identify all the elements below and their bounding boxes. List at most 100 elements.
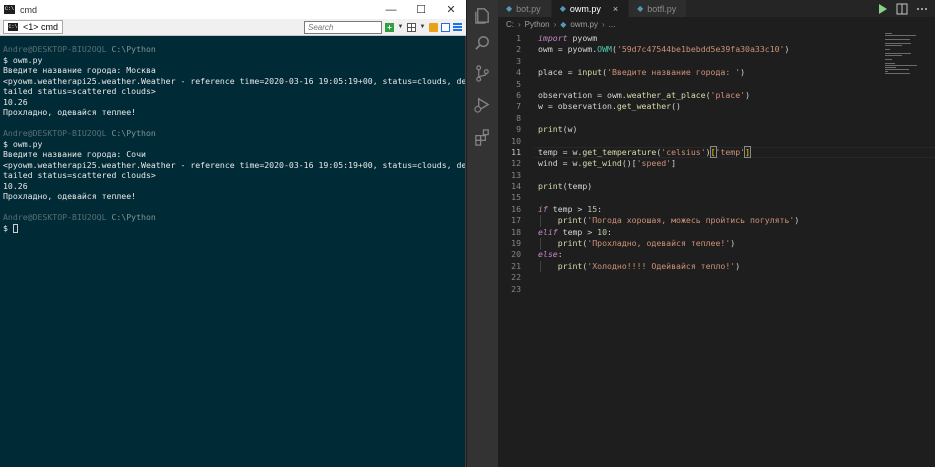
line-number: 13 bbox=[511, 169, 521, 180]
chevron-right-icon: › bbox=[518, 19, 521, 29]
output-line: Введите название города: Сочи bbox=[3, 149, 146, 159]
breadcrumb-item[interactable]: C: bbox=[506, 20, 514, 29]
run-debug-icon[interactable] bbox=[473, 95, 492, 114]
code-line[interactable]: 19 print('Прохладно, одевайся теплее!') bbox=[498, 238, 898, 249]
code-line[interactable]: 10 bbox=[498, 136, 898, 147]
terminal-title-bar[interactable]: C:\ cmd — ☐ ✕ bbox=[0, 0, 466, 19]
minimap-line bbox=[885, 49, 890, 50]
line-number: 11 bbox=[511, 146, 521, 157]
search-box[interactable] bbox=[304, 20, 382, 34]
maximize-button[interactable]: ☐ bbox=[406, 0, 436, 19]
minimap-line bbox=[885, 63, 895, 64]
chevron-down-icon[interactable]: ▼ bbox=[419, 23, 426, 32]
line-number: 8 bbox=[516, 112, 521, 123]
close-button[interactable]: ✕ bbox=[436, 0, 466, 19]
code-line[interactable]: 7 w = observation.get_weather() bbox=[498, 101, 898, 112]
prompt-user: Andre@DESKTOP-BIU2OQL bbox=[3, 212, 107, 222]
minimize-button[interactable]: — bbox=[376, 0, 406, 19]
code-text: temp = w.get_temperature('celsius')['tem… bbox=[538, 145, 752, 158]
code-text: place = input('Введите название города: … bbox=[538, 67, 746, 78]
terminal-window: C:\ cmd — ☐ ✕ C:\ <1> cmd + ▼ ▼ Andre@ bbox=[0, 0, 466, 467]
code-line[interactable]: 11 temp = w.get_temperature('celsius')['t… bbox=[498, 145, 935, 159]
terminal-output[interactable]: Andre@DESKTOP-BIU2OQL C:\Python $ owm.py В… bbox=[3, 44, 465, 233]
minimap-line bbox=[885, 59, 892, 60]
minimap-line bbox=[885, 53, 911, 54]
cmder-icon: C:\ bbox=[4, 5, 15, 14]
source-control-icon[interactable] bbox=[473, 64, 492, 83]
tab-owm-py[interactable]: ◆ owm.py × bbox=[551, 0, 630, 17]
code-line[interactable]: 22 bbox=[498, 272, 898, 283]
output-line: Введите название города: Москва bbox=[3, 65, 156, 75]
minimap-line bbox=[885, 39, 911, 40]
minimap-line bbox=[885, 45, 903, 46]
line-number: 6 bbox=[516, 89, 521, 100]
run-icon[interactable] bbox=[875, 2, 889, 16]
code-line[interactable]: 13 bbox=[498, 170, 898, 181]
new-console-icon[interactable]: + bbox=[385, 22, 394, 32]
code-line[interactable]: 14 print(temp) bbox=[498, 181, 898, 192]
output-line: <pyowm.weatherapi25.weather.Weather - re… bbox=[3, 75, 465, 86]
code-editor[interactable]: 1 import pyowm 2 owm = pyowm.OWM('59d7c4754… bbox=[498, 33, 935, 463]
prompt-line: Andre@DESKTOP-BIU2OQL C:\Python bbox=[3, 44, 465, 55]
python-file-icon: ◆ bbox=[637, 4, 644, 13]
lock-icon[interactable] bbox=[429, 22, 438, 32]
console-tab-icon: C:\ bbox=[8, 23, 18, 31]
code-line[interactable]: 12 wind = w.get_wind()['speed'] bbox=[498, 158, 898, 169]
close-icon[interactable]: × bbox=[613, 4, 618, 14]
code-line[interactable]: 9 print(w) bbox=[498, 124, 898, 135]
code-line[interactable]: 3 bbox=[498, 56, 898, 67]
text-cursor bbox=[12, 223, 18, 233]
breadcrumb-item[interactable]: Python bbox=[525, 20, 550, 29]
code-line[interactable]: 8 bbox=[498, 113, 898, 124]
code-line[interactable]: 17 print('Погода хорошая, можесь пройтис… bbox=[498, 215, 898, 226]
search-icon[interactable] bbox=[473, 34, 492, 53]
split-editor-icon[interactable] bbox=[895, 2, 909, 16]
output-line: Прохладно, одевайся теплее! bbox=[3, 191, 137, 201]
code-line[interactable]: 6 observation = owm.weather_at_place('pla… bbox=[498, 90, 898, 101]
output-line: tailed status=scattered clouds> bbox=[3, 170, 156, 180]
code-line[interactable]: 5 bbox=[498, 79, 898, 90]
breadcrumb-item[interactable]: ... bbox=[609, 20, 616, 29]
code-line[interactable]: 1 import pyowm bbox=[498, 33, 898, 44]
python-file-icon: ◆ bbox=[559, 4, 566, 13]
code-line[interactable]: 20 else: bbox=[498, 249, 898, 260]
code-line[interactable]: 23 bbox=[498, 284, 898, 295]
code-text: elif temp > 10: bbox=[538, 226, 612, 237]
code-line[interactable]: 15 bbox=[498, 192, 898, 203]
code-line[interactable]: 18 elif temp > 10: bbox=[498, 227, 898, 238]
more-actions-icon[interactable] bbox=[915, 2, 929, 16]
code-line[interactable]: 2 owm = pyowm.OWM('59d7c47544be1bebdd5e39… bbox=[498, 44, 898, 55]
output-line: 10.26 bbox=[3, 96, 28, 107]
code-line[interactable]: 16 if temp > 15: bbox=[498, 204, 898, 215]
layout-grid-icon[interactable] bbox=[407, 22, 416, 32]
code-text: observation = owm.weather_at_place('plac… bbox=[538, 89, 750, 100]
line-number: 15 bbox=[511, 192, 521, 203]
chevron-down-icon[interactable]: ▼ bbox=[397, 23, 404, 32]
tab-botfl-py[interactable]: ◆ botfl.py bbox=[629, 0, 688, 17]
split-view-icon[interactable] bbox=[441, 22, 450, 32]
desktop: C:\ cmd — ☐ ✕ C:\ <1> cmd + ▼ ▼ Andre@ bbox=[0, 0, 935, 467]
minimap-line bbox=[885, 33, 893, 34]
breadcrumb-item[interactable]: owm.py bbox=[570, 20, 598, 29]
minimap-line bbox=[885, 65, 917, 66]
indent-guide bbox=[540, 238, 541, 250]
window-title: cmd bbox=[20, 4, 38, 15]
line-number: 23 bbox=[511, 283, 521, 294]
menu-icon[interactable] bbox=[453, 22, 462, 32]
search-input[interactable] bbox=[308, 22, 381, 32]
extensions-icon[interactable] bbox=[473, 128, 492, 147]
files-icon[interactable] bbox=[473, 6, 492, 25]
activity-bar bbox=[467, 0, 498, 467]
console-tab[interactable]: C:\ <1> cmd bbox=[3, 20, 64, 34]
code-line[interactable]: 21 print('Холодно!!!! Одейвайся тепло!') bbox=[498, 261, 898, 272]
line-number: 12 bbox=[511, 158, 521, 169]
code-text: owm = pyowm.OWM('59d7c47544be1bebdd5e39f… bbox=[538, 44, 790, 55]
minimap[interactable] bbox=[885, 33, 931, 83]
line-number: 17 bbox=[511, 215, 521, 226]
tab-bot-py[interactable]: ◆ bot.py bbox=[498, 0, 552, 17]
output-line: Прохладно, одевайся теплее! bbox=[3, 107, 137, 117]
code-line[interactable]: 4 place = input('Введите название города:… bbox=[498, 67, 898, 78]
line-number: 16 bbox=[511, 203, 521, 214]
output-line: <pyowm.weatherapi25.weather.Weather - re… bbox=[3, 159, 465, 170]
